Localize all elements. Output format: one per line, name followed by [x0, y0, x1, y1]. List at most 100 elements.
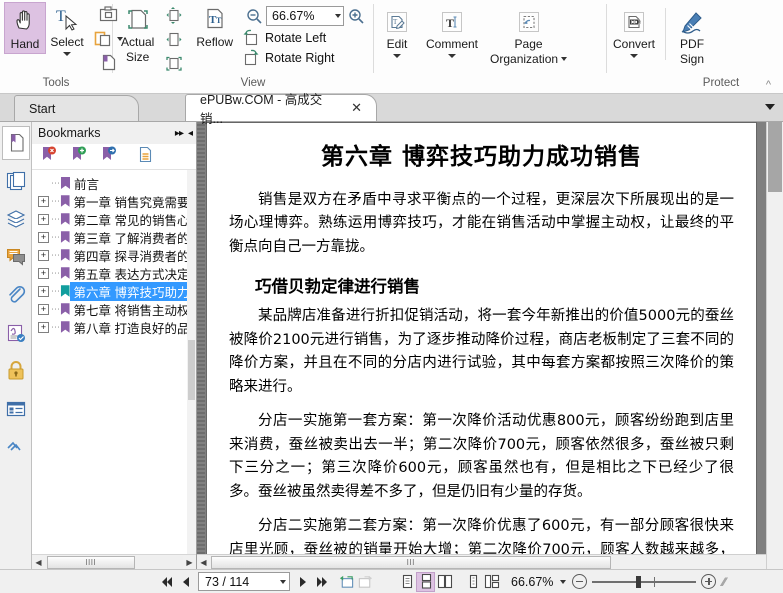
bookmarks-hscroll-track[interactable]: llll	[45, 555, 183, 569]
single-page-view-button[interactable]	[397, 572, 416, 592]
add-bookmark-button[interactable]	[70, 146, 89, 167]
select-dropdown-caret-icon[interactable]	[63, 52, 71, 56]
zoom-slider-knob[interactable]	[636, 575, 642, 588]
first-page-button[interactable]	[157, 572, 176, 592]
rotate-left-button[interactable]: Rotate Left	[242, 28, 368, 47]
prev-page-button[interactable]	[176, 572, 195, 592]
goto-bookmark-button[interactable]	[100, 146, 119, 167]
layers-icon	[6, 210, 25, 228]
page-number-combobox[interactable]: 73 / 114	[198, 572, 290, 591]
continuous-facing-view-button[interactable]	[463, 572, 482, 592]
bookmark-item-0[interactable]: ⋯ 前言	[32, 174, 196, 192]
sidebar-item-comments[interactable]	[2, 240, 30, 274]
panel-expand-icon[interactable]: ▸▸	[175, 128, 184, 139]
panel-collapse-icon[interactable]: ◂	[188, 128, 193, 139]
expander-icon-3[interactable]: +	[38, 231, 49, 243]
zoom-in-button[interactable]	[344, 5, 368, 27]
zoom-in-circle-button[interactable]	[701, 574, 717, 589]
pdf-sign-label-line2: Sign	[680, 52, 705, 66]
convert-button[interactable]: OCR Protect Convert	[607, 6, 661, 61]
zoom-out-button[interactable]	[242, 5, 266, 27]
document-horizontal-scrollbar[interactable]: ◀ lll	[197, 554, 766, 569]
document-scroll-thumb[interactable]	[768, 122, 782, 192]
zoom-slider[interactable]	[592, 575, 697, 589]
expander-icon-7[interactable]: +	[38, 303, 49, 315]
expander-icon-6[interactable]: +	[38, 285, 49, 297]
doc-scroll-left-icon[interactable]: ◀	[197, 558, 210, 567]
ribbon-collapse-button[interactable]: ^	[766, 79, 771, 91]
bookmarks-scroll-thumb[interactable]	[188, 340, 195, 400]
sidebar-item-stamps[interactable]	[2, 430, 30, 464]
bookmark-label-1: 第一章 销售究竟需要什	[73, 195, 196, 210]
bookmark-item-3[interactable]: + ⋯ 第三章 了解消费者的消	[32, 228, 196, 246]
tab-epubw-document[interactable]: ePUBw.COM - 高成交销... ✕	[185, 93, 377, 126]
fit-visible-button[interactable]	[160, 52, 188, 75]
page-organization-dropdown-caret-icon[interactable]	[561, 56, 568, 61]
bookmark-item-1[interactable]: + ⋯ 第一章 销售究竟需要什	[32, 192, 196, 210]
pdf-sign-button[interactable]: PDF Sign	[670, 6, 714, 69]
rotate-right-button[interactable]: Rotate Right	[242, 48, 368, 67]
comment-dropdown-caret-icon[interactable]	[448, 54, 456, 58]
tab-start[interactable]: Start	[14, 95, 139, 121]
edit-dropdown-caret-icon[interactable]	[393, 54, 401, 58]
next-page-button[interactable]	[293, 572, 312, 592]
actual-size-button[interactable]: Actual Size	[115, 2, 160, 67]
continuous-view-button[interactable]	[416, 571, 435, 592]
close-icon[interactable]: ✕	[351, 100, 362, 116]
comment-button[interactable]: T Comment	[420, 6, 484, 61]
bookmark-item-4[interactable]: + ⋯ 第四章 探寻消费者的真	[32, 246, 196, 264]
resize-grip-icon[interactable]: ⁄⁄⁄	[722, 575, 726, 589]
actual-size-icon	[127, 9, 148, 29]
bookmark-options-button[interactable]	[136, 146, 155, 167]
hand-tool-button[interactable]: Hand	[4, 2, 46, 54]
document-hscroll-thumb[interactable]: lll	[211, 555, 611, 569]
expander-icon-8[interactable]: +	[38, 321, 49, 333]
select-tool-button[interactable]: T Select	[46, 2, 88, 59]
bookmarks-horizontal-scrollbar[interactable]: ◀ llll ▶	[32, 554, 196, 569]
page-organization-button[interactable]: Page Organization	[484, 6, 573, 69]
scroll-right-icon[interactable]: ▶	[183, 558, 196, 567]
page-dropdown-caret-icon[interactable]	[280, 579, 286, 584]
zoom-dropdown-caret-icon[interactable]	[335, 14, 342, 18]
facing-view-button[interactable]	[435, 572, 454, 592]
split-view-button[interactable]	[482, 572, 501, 592]
select-tool-label: Select	[50, 35, 84, 49]
expander-icon-5[interactable]: +	[38, 267, 49, 279]
sidebar-item-fields[interactable]	[2, 392, 30, 426]
sidebar-item-security[interactable]	[2, 354, 30, 388]
expander-icon-4[interactable]: +	[38, 249, 49, 261]
sidebar-item-bookmarks[interactable]	[1, 126, 30, 160]
reflow-button[interactable]: T T Reflow	[190, 2, 239, 52]
bookmark-item-7[interactable]: + ⋯ 第七章 将销售主动权让	[32, 300, 196, 318]
sidebar-item-signatures[interactable]	[2, 316, 30, 350]
edit-button[interactable]: T Edit	[374, 6, 420, 61]
bookmark-item-2[interactable]: + ⋯ 第二章 常见的销售心理	[32, 210, 196, 228]
bookmarks-vertical-scrollbar[interactable]	[187, 170, 196, 554]
document-vertical-scrollbar[interactable]	[766, 122, 783, 569]
bookmarks-hscroll-thumb[interactable]: llll	[47, 555, 135, 569]
convert-dropdown-caret-icon[interactable]	[630, 54, 639, 58]
svg-text:T: T	[393, 18, 398, 26]
last-page-button[interactable]	[312, 572, 331, 592]
sidebar-item-thumbnails[interactable]	[2, 164, 30, 198]
bookmark-item-6[interactable]: + ⋯ 第六章 博弈技巧助力成	[32, 281, 196, 301]
next-view-button[interactable]	[356, 572, 375, 592]
bookmark-item-8[interactable]: + ⋯ 第八章 打造良好的品牌	[32, 318, 196, 336]
document-view[interactable]: 第六章 博弈技巧助力成功销售 销售是双方在矛盾中寻求平衡点的一个过程，更深层次下…	[197, 122, 783, 569]
fit-width-button[interactable]	[160, 28, 188, 51]
chevron-down-icon[interactable]	[765, 104, 775, 110]
fit-page-button[interactable]	[160, 4, 188, 27]
rotate-right-icon	[244, 49, 259, 66]
delete-bookmark-button[interactable]	[40, 146, 59, 167]
expander-icon-2[interactable]: +	[38, 213, 49, 225]
previous-view-button[interactable]	[337, 572, 356, 592]
expander-icon-1[interactable]: +	[38, 195, 49, 207]
scroll-left-icon[interactable]: ◀	[32, 558, 45, 567]
sidebar-item-layers[interactable]	[2, 202, 30, 236]
status-zoom-caret-icon[interactable]	[560, 579, 567, 584]
zoom-level-combobox[interactable]: 66.67%	[266, 6, 345, 26]
bookmark-item-5[interactable]: + ⋯ 第五章 表达方式决定销	[32, 264, 196, 282]
zoom-out-circle-button[interactable]	[572, 574, 588, 589]
sidebar-item-attachments[interactable]	[2, 278, 30, 312]
tree-line-1: ⋯	[51, 195, 60, 206]
